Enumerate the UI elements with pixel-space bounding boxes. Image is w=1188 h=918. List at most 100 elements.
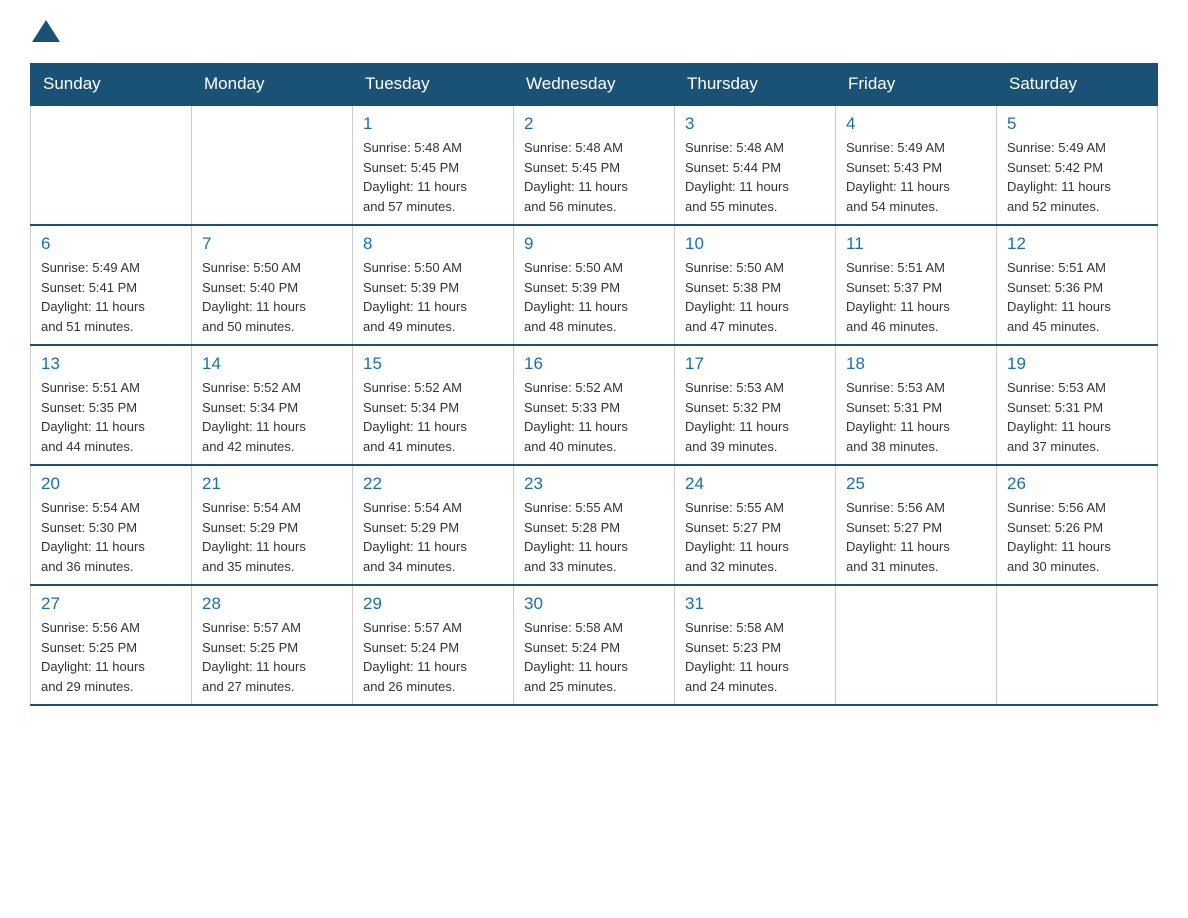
day-info: Sunrise: 5:48 AMSunset: 5:45 PMDaylight:… (363, 138, 503, 216)
calendar-cell: 24 Sunrise: 5:55 AMSunset: 5:27 PMDayligh… (675, 465, 836, 585)
day-number: 29 (363, 594, 503, 614)
day-number: 20 (41, 474, 181, 494)
day-info: Sunrise: 5:50 AMSunset: 5:39 PMDaylight:… (363, 258, 503, 336)
day-info: Sunrise: 5:52 AMSunset: 5:34 PMDaylight:… (202, 378, 342, 456)
calendar-cell: 31 Sunrise: 5:58 AMSunset: 5:23 PMDayligh… (675, 585, 836, 705)
calendar-week-row: 1 Sunrise: 5:48 AMSunset: 5:45 PMDaylight… (31, 105, 1158, 225)
day-number: 3 (685, 114, 825, 134)
calendar-header-friday: Friday (836, 64, 997, 106)
day-number: 2 (524, 114, 664, 134)
day-number: 24 (685, 474, 825, 494)
day-info: Sunrise: 5:57 AMSunset: 5:25 PMDaylight:… (202, 618, 342, 696)
calendar-cell: 27Sunrise: 5:56 AMSunset: 5:25 PMDayligh… (31, 585, 192, 705)
calendar-cell: 19 Sunrise: 5:53 AMSunset: 5:31 PMDayligh… (997, 345, 1158, 465)
day-info: Sunrise: 5:52 AMSunset: 5:33 PMDaylight:… (524, 378, 664, 456)
day-number: 11 (846, 234, 986, 254)
calendar-header-row: SundayMondayTuesdayWednesdayThursdayFrid… (31, 64, 1158, 106)
day-info: Sunrise: 5:52 AMSunset: 5:34 PMDaylight:… (363, 378, 503, 456)
calendar-cell: 17 Sunrise: 5:53 AMSunset: 5:32 PMDayligh… (675, 345, 836, 465)
day-info: Sunrise: 5:56 AMSunset: 5:27 PMDaylight:… (846, 498, 986, 576)
day-info: Sunrise: 5:48 AMSunset: 5:45 PMDaylight:… (524, 138, 664, 216)
calendar-cell: 16 Sunrise: 5:52 AMSunset: 5:33 PMDayligh… (514, 345, 675, 465)
calendar-cell (31, 105, 192, 225)
day-number: 5 (1007, 114, 1147, 134)
calendar-cell: 21Sunrise: 5:54 AMSunset: 5:29 PMDayligh… (192, 465, 353, 585)
calendar-cell: 26 Sunrise: 5:56 AMSunset: 5:26 PMDayligh… (997, 465, 1158, 585)
day-info: Sunrise: 5:50 AMSunset: 5:39 PMDaylight:… (524, 258, 664, 336)
day-info: Sunrise: 5:51 AMSunset: 5:37 PMDaylight:… (846, 258, 986, 336)
calendar-cell: 13 Sunrise: 5:51 AMSunset: 5:35 PMDayligh… (31, 345, 192, 465)
calendar-header-sunday: Sunday (31, 64, 192, 106)
day-info: Sunrise: 5:54 AMSunset: 5:29 PMDaylight:… (363, 498, 503, 576)
day-info: Sunrise: 5:50 AMSunset: 5:38 PMDaylight:… (685, 258, 825, 336)
calendar-cell: 12Sunrise: 5:51 AMSunset: 5:36 PMDayligh… (997, 225, 1158, 345)
calendar-cell: 11 Sunrise: 5:51 AMSunset: 5:37 PMDayligh… (836, 225, 997, 345)
day-number: 7 (202, 234, 342, 254)
calendar-cell (192, 105, 353, 225)
day-info: Sunrise: 5:51 AMSunset: 5:35 PMDaylight:… (41, 378, 181, 456)
calendar-cell: 6 Sunrise: 5:49 AMSunset: 5:41 PMDaylight… (31, 225, 192, 345)
day-info: Sunrise: 5:58 AMSunset: 5:24 PMDaylight:… (524, 618, 664, 696)
day-number: 16 (524, 354, 664, 374)
calendar-cell: 14 Sunrise: 5:52 AMSunset: 5:34 PMDayligh… (192, 345, 353, 465)
calendar-week-row: 13 Sunrise: 5:51 AMSunset: 5:35 PMDayligh… (31, 345, 1158, 465)
calendar-cell: 18Sunrise: 5:53 AMSunset: 5:31 PMDayligh… (836, 345, 997, 465)
calendar-header-saturday: Saturday (997, 64, 1158, 106)
day-number: 28 (202, 594, 342, 614)
calendar-cell: 28 Sunrise: 5:57 AMSunset: 5:25 PMDayligh… (192, 585, 353, 705)
day-info: Sunrise: 5:56 AMSunset: 5:26 PMDaylight:… (1007, 498, 1147, 576)
day-number: 26 (1007, 474, 1147, 494)
day-number: 21 (202, 474, 342, 494)
day-number: 8 (363, 234, 503, 254)
calendar-cell (836, 585, 997, 705)
logo-triangle-icon (32, 20, 60, 42)
day-info: Sunrise: 5:49 AMSunset: 5:43 PMDaylight:… (846, 138, 986, 216)
day-number: 25 (846, 474, 986, 494)
calendar-header-tuesday: Tuesday (353, 64, 514, 106)
calendar-header-monday: Monday (192, 64, 353, 106)
day-info: Sunrise: 5:58 AMSunset: 5:23 PMDaylight:… (685, 618, 825, 696)
day-info: Sunrise: 5:53 AMSunset: 5:31 PMDaylight:… (1007, 378, 1147, 456)
logo (30, 20, 60, 48)
calendar-week-row: 6 Sunrise: 5:49 AMSunset: 5:41 PMDaylight… (31, 225, 1158, 345)
day-number: 9 (524, 234, 664, 254)
day-info: Sunrise: 5:50 AMSunset: 5:40 PMDaylight:… (202, 258, 342, 336)
day-number: 1 (363, 114, 503, 134)
calendar-cell: 9 Sunrise: 5:50 AMSunset: 5:39 PMDaylight… (514, 225, 675, 345)
calendar-cell: 8 Sunrise: 5:50 AMSunset: 5:39 PMDaylight… (353, 225, 514, 345)
calendar-cell: 29 Sunrise: 5:57 AMSunset: 5:24 PMDayligh… (353, 585, 514, 705)
day-number: 23 (524, 474, 664, 494)
calendar-cell: 15 Sunrise: 5:52 AMSunset: 5:34 PMDayligh… (353, 345, 514, 465)
day-number: 6 (41, 234, 181, 254)
day-info: Sunrise: 5:55 AMSunset: 5:27 PMDaylight:… (685, 498, 825, 576)
day-number: 4 (846, 114, 986, 134)
day-number: 13 (41, 354, 181, 374)
day-info: Sunrise: 5:54 AMSunset: 5:30 PMDaylight:… (41, 498, 181, 576)
day-info: Sunrise: 5:53 AMSunset: 5:32 PMDaylight:… (685, 378, 825, 456)
calendar-header-wednesday: Wednesday (514, 64, 675, 106)
day-number: 19 (1007, 354, 1147, 374)
day-info: Sunrise: 5:55 AMSunset: 5:28 PMDaylight:… (524, 498, 664, 576)
day-info: Sunrise: 5:49 AMSunset: 5:41 PMDaylight:… (41, 258, 181, 336)
day-number: 14 (202, 354, 342, 374)
calendar-cell: 4 Sunrise: 5:49 AMSunset: 5:43 PMDaylight… (836, 105, 997, 225)
day-number: 15 (363, 354, 503, 374)
day-number: 22 (363, 474, 503, 494)
page-header (30, 20, 1158, 48)
day-info: Sunrise: 5:51 AMSunset: 5:36 PMDaylight:… (1007, 258, 1147, 336)
day-info: Sunrise: 5:48 AMSunset: 5:44 PMDaylight:… (685, 138, 825, 216)
day-number: 17 (685, 354, 825, 374)
day-number: 18 (846, 354, 986, 374)
calendar-cell: 1 Sunrise: 5:48 AMSunset: 5:45 PMDaylight… (353, 105, 514, 225)
calendar-week-row: 20 Sunrise: 5:54 AMSunset: 5:30 PMDayligh… (31, 465, 1158, 585)
calendar-week-row: 27Sunrise: 5:56 AMSunset: 5:25 PMDayligh… (31, 585, 1158, 705)
day-number: 10 (685, 234, 825, 254)
day-number: 31 (685, 594, 825, 614)
calendar-cell: 5 Sunrise: 5:49 AMSunset: 5:42 PMDaylight… (997, 105, 1158, 225)
calendar-table: SundayMondayTuesdayWednesdayThursdayFrid… (30, 63, 1158, 706)
calendar-cell: 2 Sunrise: 5:48 AMSunset: 5:45 PMDaylight… (514, 105, 675, 225)
logo-block (30, 20, 60, 48)
day-info: Sunrise: 5:49 AMSunset: 5:42 PMDaylight:… (1007, 138, 1147, 216)
calendar-cell: 30Sunrise: 5:58 AMSunset: 5:24 PMDayligh… (514, 585, 675, 705)
day-info: Sunrise: 5:57 AMSunset: 5:24 PMDaylight:… (363, 618, 503, 696)
